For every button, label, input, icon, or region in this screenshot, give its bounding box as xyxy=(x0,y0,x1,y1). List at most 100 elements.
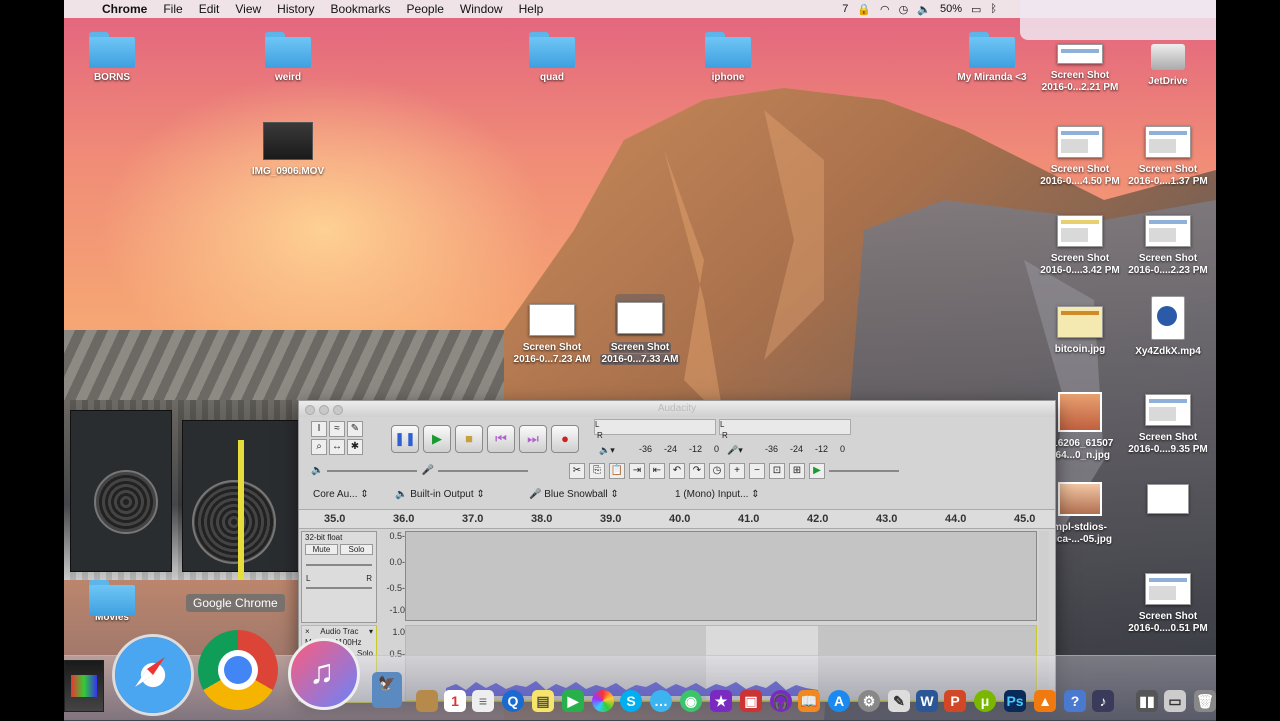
file-bitcoin-image[interactable]: bitcoin.jpg xyxy=(1035,306,1125,356)
trim-icon[interactable]: ⇥ xyxy=(629,463,645,479)
ibooks-icon[interactable]: 📖 xyxy=(798,690,820,712)
track-menu-icon[interactable]: ▾ xyxy=(369,627,373,636)
draw-tool-icon[interactable]: ✎ xyxy=(347,421,363,437)
folder-borns[interactable]: BORNS xyxy=(67,32,157,84)
script-editor-icon[interactable]: ✎ xyxy=(888,690,910,712)
file-screenshot[interactable]: Screen Shot 2016-0....9.35 PM xyxy=(1123,394,1213,456)
movie-file[interactable]: IMG_0906.MOV xyxy=(243,122,333,178)
time-machine-icon[interactable]: ◷ xyxy=(899,3,909,16)
solo-button[interactable]: Solo xyxy=(340,544,373,555)
record-button[interactable]: ● xyxy=(551,425,579,453)
stickies-icon[interactable]: ▤ xyxy=(532,690,554,712)
zoom-tool-icon[interactable]: ⌕ xyxy=(311,439,327,455)
photos-icon[interactable] xyxy=(592,690,614,712)
file-screenshot[interactable]: Screen Shot 2016-0...2.21 PM xyxy=(1035,44,1125,94)
menu-edit[interactable]: Edit xyxy=(191,0,228,18)
undo-icon[interactable]: ↶ xyxy=(669,463,685,479)
silence-icon[interactable]: ⇤ xyxy=(649,463,665,479)
output-volume-slider[interactable] xyxy=(327,469,418,472)
folder-movies[interactable]: Movies xyxy=(67,580,157,624)
skype-icon[interactable]: S xyxy=(620,690,642,712)
folder-weird[interactable]: weird xyxy=(243,32,333,84)
calendar-icon[interactable]: 1 xyxy=(444,690,466,712)
photo-booth-icon[interactable]: ▣ xyxy=(740,690,762,712)
folder-my-miranda[interactable]: My Miranda <3 xyxy=(947,32,1037,84)
documents-stack-icon[interactable]: ▭ xyxy=(1164,690,1186,712)
file-document[interactable] xyxy=(1123,484,1213,520)
downloads-stack-icon[interactable]: ▮▮ xyxy=(1136,690,1158,712)
imovie-star-icon[interactable]: ★ xyxy=(710,690,732,712)
fit-project-icon[interactable]: ⊞ xyxy=(789,463,805,479)
file-video[interactable]: Xy4ZdkX.mp4 xyxy=(1123,296,1213,358)
google-chrome-icon[interactable] xyxy=(198,630,278,710)
file-screenshot[interactable]: Screen Shot 2016-0...7.23 AM xyxy=(507,304,597,366)
track-waveform[interactable] xyxy=(405,531,1037,621)
battery-icon[interactable]: ▭ xyxy=(971,3,981,16)
messages-icon[interactable]: … xyxy=(650,690,672,712)
file-screenshot[interactable]: Screen Shot 2016-0....1.37 PM xyxy=(1123,126,1213,188)
dock-app-icon[interactable] xyxy=(64,660,104,712)
record-meter[interactable]: L xyxy=(719,419,851,435)
word-icon[interactable]: W xyxy=(916,690,938,712)
menu-window[interactable]: Window xyxy=(452,0,511,18)
minimize-window-button[interactable] xyxy=(319,405,329,415)
preview-app-icon[interactable]: 🦅 xyxy=(372,672,402,708)
play-speed-slider[interactable] xyxy=(829,470,899,472)
file-screenshot-selected[interactable]: Screen Shot 2016-0...7.33 AM xyxy=(595,294,685,366)
folder-iphone[interactable]: iphone xyxy=(683,32,773,84)
input-device-select[interactable]: 🎤 Blue Snowball ⇕ xyxy=(529,489,619,500)
menu-app-name[interactable]: Chrome xyxy=(94,0,155,18)
cut-icon[interactable]: ✂ xyxy=(569,463,585,479)
lock-icon[interactable]: 🔒 xyxy=(857,3,871,16)
selection-tool-icon[interactable]: I xyxy=(311,421,327,437)
menu-bookmarks[interactable]: Bookmarks xyxy=(323,0,399,18)
utorrent-icon[interactable]: μ xyxy=(974,690,996,712)
file-screenshot[interactable]: Screen Shot 2016-0....4.50 PM xyxy=(1035,126,1125,188)
itunes-icon[interactable]: ♫ xyxy=(288,638,360,710)
file-screenshot[interactable]: Screen Shot 2016-0....0.51 PM xyxy=(1123,573,1213,635)
menu-view[interactable]: View xyxy=(227,0,269,18)
fit-selection-icon[interactable]: ⊡ xyxy=(769,463,785,479)
copy-icon[interactable]: ⎘ xyxy=(589,463,605,479)
timeline-ruler[interactable]: 35.0 36.0 37.0 38.0 39.0 40.0 41.0 42.0 … xyxy=(299,509,1055,529)
facetime-video-icon[interactable]: ◉ xyxy=(680,690,702,712)
zoom-window-button[interactable] xyxy=(333,405,343,415)
wifi-icon[interactable]: ◠ xyxy=(880,3,890,16)
file-screenshot[interactable]: Screen Shot 2016-0....2.23 PM xyxy=(1123,215,1213,277)
file-screenshot[interactable]: Screen Shot 2016-0....3.42 PM xyxy=(1035,215,1125,277)
close-window-button[interactable] xyxy=(305,405,315,415)
timeshift-tool-icon[interactable]: ↔ xyxy=(329,439,345,455)
zoom-out-icon[interactable]: − xyxy=(749,463,765,479)
trash-icon[interactable]: 🗑 xyxy=(1194,690,1216,712)
audacity-dock-icon[interactable]: ♪ xyxy=(1092,690,1114,712)
adobe-status-icon[interactable]: 7 xyxy=(842,3,848,15)
input-channels-select[interactable]: 1 (Mono) Input... ⇕ xyxy=(675,489,760,500)
help-icon[interactable]: ? xyxy=(1064,690,1086,712)
zoom-in-icon[interactable]: + xyxy=(729,463,745,479)
safari-icon[interactable] xyxy=(112,634,194,716)
menu-file[interactable]: File xyxy=(155,0,190,18)
battery-percent[interactable]: 50% xyxy=(940,3,962,15)
output-device-select[interactable]: 🔈 Built-in Output ⇕ xyxy=(395,489,485,500)
quicktime-icon[interactable]: Q xyxy=(502,690,524,712)
jetdrive-volume[interactable]: JetDrive xyxy=(1123,44,1213,88)
stop-button[interactable]: ■ xyxy=(455,425,483,453)
folder-quad[interactable]: quad xyxy=(507,32,597,84)
headphones-icon[interactable]: 🎧 xyxy=(770,690,792,712)
menu-people[interactable]: People xyxy=(399,0,452,18)
photoshop-icon[interactable]: Ps xyxy=(1004,690,1026,712)
volume-icon[interactable]: 🔈 xyxy=(917,3,931,16)
pause-button[interactable]: ❚❚ xyxy=(391,425,419,453)
app-store-icon[interactable]: A xyxy=(828,690,850,712)
pan-slider[interactable] xyxy=(306,587,372,589)
bluetooth-icon[interactable]: ᛒ xyxy=(990,3,997,15)
paste-icon[interactable]: 📋 xyxy=(609,463,625,479)
gain-slider[interactable] xyxy=(306,564,372,566)
window-titlebar[interactable]: Audacity xyxy=(299,401,1055,417)
skip-start-button[interactable]: ⏮ xyxy=(487,425,515,453)
system-preferences-icon[interactable]: ⚙ xyxy=(858,690,880,712)
mic-icon[interactable]: 🎤▾ xyxy=(727,445,743,456)
play-at-speed-icon[interactable]: ▶ xyxy=(809,463,825,479)
speaker-icon[interactable]: 🔈▾ xyxy=(599,445,615,456)
vlc-icon[interactable]: ▲ xyxy=(1034,690,1056,712)
